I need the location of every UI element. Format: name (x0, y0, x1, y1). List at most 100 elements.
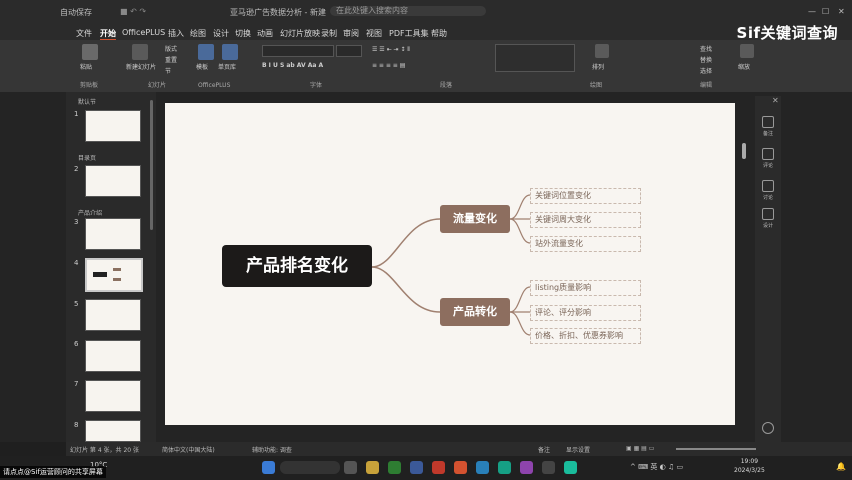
leaf-node[interactable]: 站外流量变化 (530, 236, 641, 252)
maximize-icon[interactable]: ☐ (822, 7, 829, 16)
notes-icon (762, 116, 774, 128)
paste-button[interactable]: 粘贴 (80, 62, 92, 71)
slide-thumbnail-5[interactable] (85, 299, 141, 331)
leaf-node[interactable]: 评论、评分影响 (530, 305, 641, 321)
leaf-node[interactable]: listing质量影响 (530, 280, 641, 296)
font-family-select[interactable] (262, 45, 334, 57)
arrange-button[interactable]: 排列 (592, 62, 604, 71)
app-icon[interactable] (498, 461, 511, 474)
root-node[interactable]: 产品排名变化 (222, 245, 372, 287)
language-indicator[interactable]: 简体中文(中国大陆) (162, 445, 215, 454)
branch-node-traffic[interactable]: 流量变化 (440, 205, 510, 233)
tab-4[interactable]: 绘图 (190, 28, 206, 39)
clock-time: 19:09 (740, 458, 759, 465)
collapse-pane-icon[interactable]: ✕ (772, 96, 779, 105)
notification-icon[interactable]: 🔔 (836, 462, 846, 471)
clock[interactable]: 19:09 2024/3/25 (734, 457, 765, 475)
new-slide-icon[interactable] (132, 44, 148, 60)
zoom-button[interactable]: 缩放 (738, 62, 750, 71)
tab-8[interactable]: 幻灯片放映 (280, 28, 320, 39)
leaf-node[interactable]: 关键词周大变化 (530, 212, 641, 228)
paste-icon[interactable] (82, 44, 98, 60)
view-buttons[interactable]: ▣ ▦ ▤ ▭ (626, 445, 654, 452)
taskbar-search[interactable] (280, 461, 340, 474)
tab-7[interactable]: 动画 (257, 28, 273, 39)
tab-13[interactable]: 帮助 (431, 28, 447, 39)
select-button[interactable]: 选择 (700, 66, 712, 75)
slide-thumbnail-8[interactable] (85, 420, 141, 442)
font-size-select[interactable] (336, 45, 362, 57)
new-slide-button[interactable]: 新建幻灯片 (126, 62, 156, 71)
shapes-gallery[interactable] (495, 44, 575, 72)
slide-position: 幻灯片 第 4 张，共 20 张 (70, 447, 139, 454)
slide-thumbnail-3[interactable] (85, 218, 141, 250)
layout-button[interactable]: 版式 (165, 44, 177, 53)
app-icon[interactable] (520, 461, 533, 474)
start-icon[interactable] (262, 461, 275, 474)
zoom-slider[interactable] (676, 448, 756, 450)
replace-button[interactable]: 替换 (700, 55, 712, 64)
list-buttons[interactable]: ☰ ☰ ⇤ ⇥ ↕ ⫴ (372, 46, 410, 54)
slide-number: 3 (74, 218, 79, 226)
zoom-icon[interactable] (740, 44, 754, 58)
slide-thumbnail-7[interactable] (85, 380, 141, 412)
tray-icons[interactable]: ^ ⌨ 英 ◐ ♫ ▭ (630, 462, 683, 472)
search-input[interactable]: 在此处键入搜索内容 (330, 6, 486, 16)
tab-9[interactable]: 录制 (321, 28, 337, 39)
section-button[interactable]: 节 (165, 66, 171, 75)
autosave-label[interactable]: 自动保存 (60, 7, 92, 18)
thumbnail-scrollbar[interactable] (150, 100, 153, 230)
section-product[interactable]: 产品介绍 (78, 208, 102, 217)
single-page-icon[interactable] (222, 44, 238, 60)
arrange-icon[interactable] (595, 44, 609, 58)
steam-icon[interactable] (410, 461, 423, 474)
tab-10[interactable]: 审阅 (343, 28, 359, 39)
section-default[interactable]: 默认节 (78, 97, 96, 106)
leaf-node[interactable]: 价格、折扣、优惠券影响 (530, 328, 641, 344)
app-icon[interactable] (432, 461, 445, 474)
align-buttons[interactable]: ≡ ≡ ≡ ≡ ▤ (372, 62, 405, 69)
slide-thumbnail-6[interactable] (85, 340, 141, 372)
slide-thumbnail-4[interactable] (85, 258, 143, 292)
file-explorer-icon[interactable] (366, 461, 379, 474)
slide-thumbnail-1[interactable] (85, 110, 141, 142)
reset-button[interactable]: 重置 (165, 55, 177, 64)
settings-button[interactable] (759, 422, 777, 436)
group-editing: 编辑 (700, 82, 713, 89)
leaf-node[interactable]: 关键词位置变化 (530, 188, 641, 204)
notes-pane-button[interactable]: 备注 (759, 116, 777, 137)
app-icon[interactable] (542, 461, 555, 474)
slide-scrollbar[interactable] (742, 143, 746, 159)
comments-pane-button[interactable]: 评论 (759, 148, 777, 169)
find-button[interactable]: 查找 (700, 44, 712, 53)
slide-number: 2 (74, 165, 79, 173)
display-settings[interactable]: 显示设置 (566, 445, 590, 454)
chrome-icon[interactable] (388, 461, 401, 474)
powerpoint-icon[interactable] (454, 461, 467, 474)
slide-canvas[interactable]: 产品排名变化 流量变化 产品转化 关键词位置变化 关键词周大变化 站外流量变化 … (165, 103, 735, 425)
tab-2[interactable]: OfficePLUS (122, 28, 165, 37)
notes-toggle[interactable]: 备注 (538, 445, 550, 454)
close-icon[interactable]: ✕ (838, 7, 845, 16)
tab-12[interactable]: PDF工具集 (389, 28, 429, 39)
bold-button[interactable]: B I U S ab AV Aa A (262, 62, 323, 69)
template-button[interactable]: 模板 (196, 62, 208, 71)
slide-thumbnail-2[interactable] (85, 165, 141, 197)
single-page-button[interactable]: 单页库 (218, 62, 236, 71)
task-view-icon[interactable] (344, 461, 357, 474)
branch-node-conversion[interactable]: 产品转化 (440, 298, 510, 326)
app-icon[interactable] (564, 461, 577, 474)
accessibility-indicator[interactable]: 辅助功能: 调查 (252, 445, 292, 454)
tab-11[interactable]: 视图 (366, 28, 382, 39)
discuss-pane-button[interactable]: 讨论 (759, 180, 777, 201)
app-icon[interactable] (476, 461, 489, 474)
minimize-icon[interactable]: — (808, 7, 816, 16)
tab-3[interactable]: 插入 (168, 28, 184, 39)
tab-6[interactable]: 切换 (235, 28, 251, 39)
section-contents[interactable]: 目录页 (78, 153, 96, 162)
save-icon[interactable]: ■ ↶ ↷ (120, 7, 146, 16)
tab-0[interactable]: 文件 (76, 28, 92, 39)
template-icon[interactable] (198, 44, 214, 60)
tab-5[interactable]: 设计 (213, 28, 229, 39)
design-pane-button[interactable]: 设计 (759, 208, 777, 229)
